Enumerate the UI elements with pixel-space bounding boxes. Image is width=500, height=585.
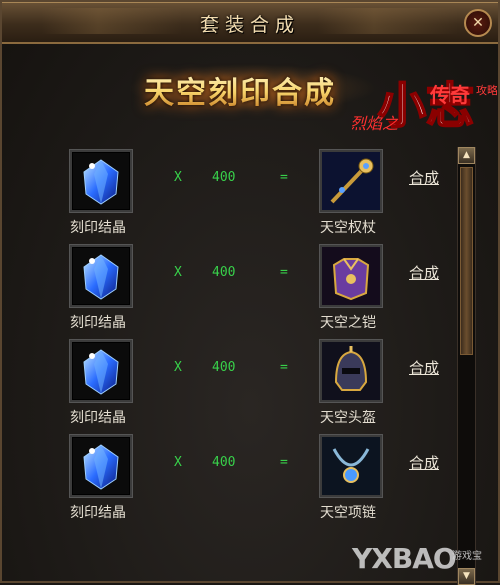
synthesis-row-2: 刻印结晶 X 400 = 天空之铠 合成 [2,242,457,337]
material-label: 刻印结晶 [70,220,126,236]
necklace-icon [322,437,380,495]
title-bar: 套装合成 ✕ [2,2,498,44]
compose-button[interactable]: 合成 [409,452,439,473]
synthesis-row-4: 刻印结晶 X 400 = 天空项链 合成 [2,432,457,527]
material-label: 刻印结晶 [70,505,126,521]
logo-small-text: 烈焰之 [352,114,399,133]
multiply-sign: X [174,360,182,375]
logo-top-text: 传奇 [429,83,470,107]
banner-heading: 天空刻印合成 [144,68,384,112]
scepter-icon [322,152,380,210]
equals-sign: = [280,170,288,185]
scroll-down-button[interactable]: ▼ [458,568,475,585]
material-slot[interactable] [70,340,132,402]
quantity-value: 400 [212,170,236,185]
quantity-value: 400 [212,265,236,280]
site-watermark: YXBAO [352,542,457,575]
result-label: 天空之铠 [320,315,376,331]
material-slot[interactable] [70,435,132,497]
result-slot[interactable] [320,150,382,212]
equals-sign: = [280,455,288,470]
scrollbar[interactable]: ▲ ▼ [457,147,476,585]
result-slot[interactable] [320,435,382,497]
synthesis-row-3: 刻印结晶 X 400 = 天空头盔 合成 [2,337,457,432]
equals-sign: = [280,265,288,280]
compose-button[interactable]: 合成 [409,262,439,283]
material-label: 刻印结晶 [70,410,126,426]
quantity-value: 400 [212,455,236,470]
result-slot[interactable] [320,245,382,307]
crystal-icon [83,444,119,490]
helmet-icon [322,342,380,400]
scroll-thumb[interactable] [460,167,473,355]
crystal-icon [83,254,119,300]
compose-button[interactable]: 合成 [409,357,439,378]
crystal-icon [83,159,119,205]
armor-icon [322,247,380,305]
window-title: 套装合成 [199,14,300,36]
close-button[interactable]: ✕ [464,9,492,37]
watermark-logo: 小志 烈焰之 传奇 攻略 [352,77,497,135]
logo-tag-text: 攻略 [476,83,497,97]
multiply-sign: X [174,455,182,470]
synthesis-row-1: 刻印结晶 X 400 = 天空权杖 合成 [2,147,457,242]
synthesis-window: 套装合成 ✕ 天空刻印合成 小志 烈焰之 传奇 攻略 刻印结晶 X 400 = [0,0,500,585]
material-slot[interactable] [70,245,132,307]
crystal-icon [83,349,119,395]
material-label: 刻印结晶 [70,315,126,331]
result-label: 天空项链 [320,505,376,521]
equals-sign: = [280,360,288,375]
multiply-sign: X [174,265,182,280]
site-watermark-small: 游戏宝 [452,551,482,562]
multiply-sign: X [174,170,182,185]
compose-button[interactable]: 合成 [409,167,439,188]
scroll-up-button[interactable]: ▲ [458,147,475,164]
result-label: 天空权杖 [320,220,376,236]
quantity-value: 400 [212,360,236,375]
material-slot[interactable] [70,150,132,212]
result-slot[interactable] [320,340,382,402]
result-label: 天空头盔 [320,410,376,426]
